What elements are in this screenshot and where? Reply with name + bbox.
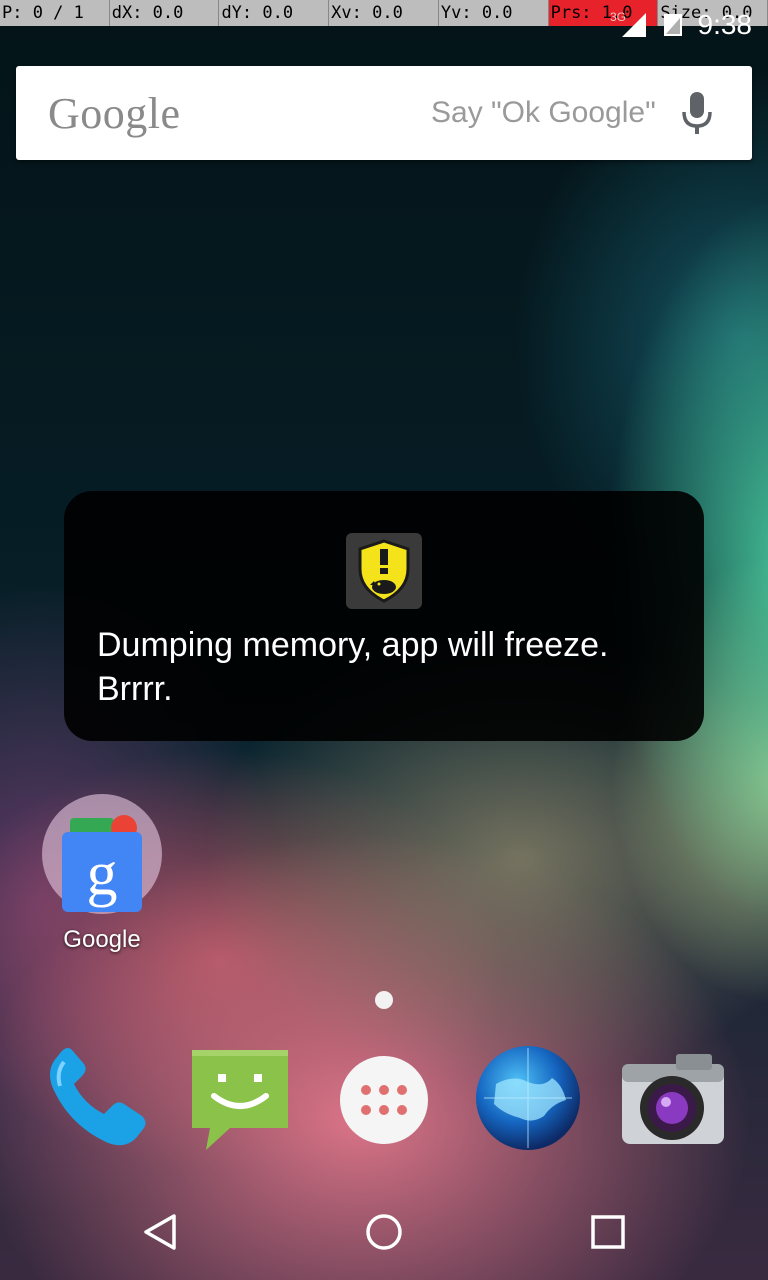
status-bar: 9:38 (620, 8, 753, 42)
google-logo: Google (48, 89, 181, 138)
back-button[interactable] (140, 1212, 180, 1256)
debug-yv: Yv: 0.0 (439, 0, 549, 26)
folder-label: Google (63, 926, 141, 953)
app-drawer-icon[interactable] (340, 1056, 428, 1148)
voice-hint: Say "Ok Google" (431, 96, 656, 129)
toast: Dumping memory, app will freeze. Brrrr. (64, 491, 704, 741)
camera-icon[interactable] (618, 1050, 728, 1152)
debug-xv: Xv: 0.0 (329, 0, 439, 26)
recents-button[interactable] (590, 1214, 626, 1254)
messaging-icon[interactable] (188, 1046, 292, 1156)
page-indicator (375, 991, 393, 1009)
clock: 9:38 (697, 9, 753, 40)
toast-message: Dumping memory, app will freeze. Brrrr. (97, 626, 609, 708)
google-search-icon: g (62, 815, 142, 912)
home-button[interactable] (364, 1212, 404, 1256)
phone-icon[interactable] (40, 1046, 150, 1156)
browser-icon[interactable] (474, 1044, 582, 1156)
mic-icon[interactable] (680, 90, 714, 138)
google-folder[interactable]: g (42, 794, 162, 914)
debug-dx: dX: 0.0 (110, 0, 220, 26)
debug-pointer-count: P: 0 / 1 (0, 0, 110, 26)
debug-dy: dY: 0.0 (219, 0, 330, 26)
leakcanary-shield-icon (346, 533, 422, 609)
svg-text:g: g (87, 840, 118, 908)
signal-icon (620, 11, 648, 39)
google-search-bar[interactable]: Google Say "Ok Google" (16, 66, 752, 160)
data-icon (662, 12, 684, 38)
